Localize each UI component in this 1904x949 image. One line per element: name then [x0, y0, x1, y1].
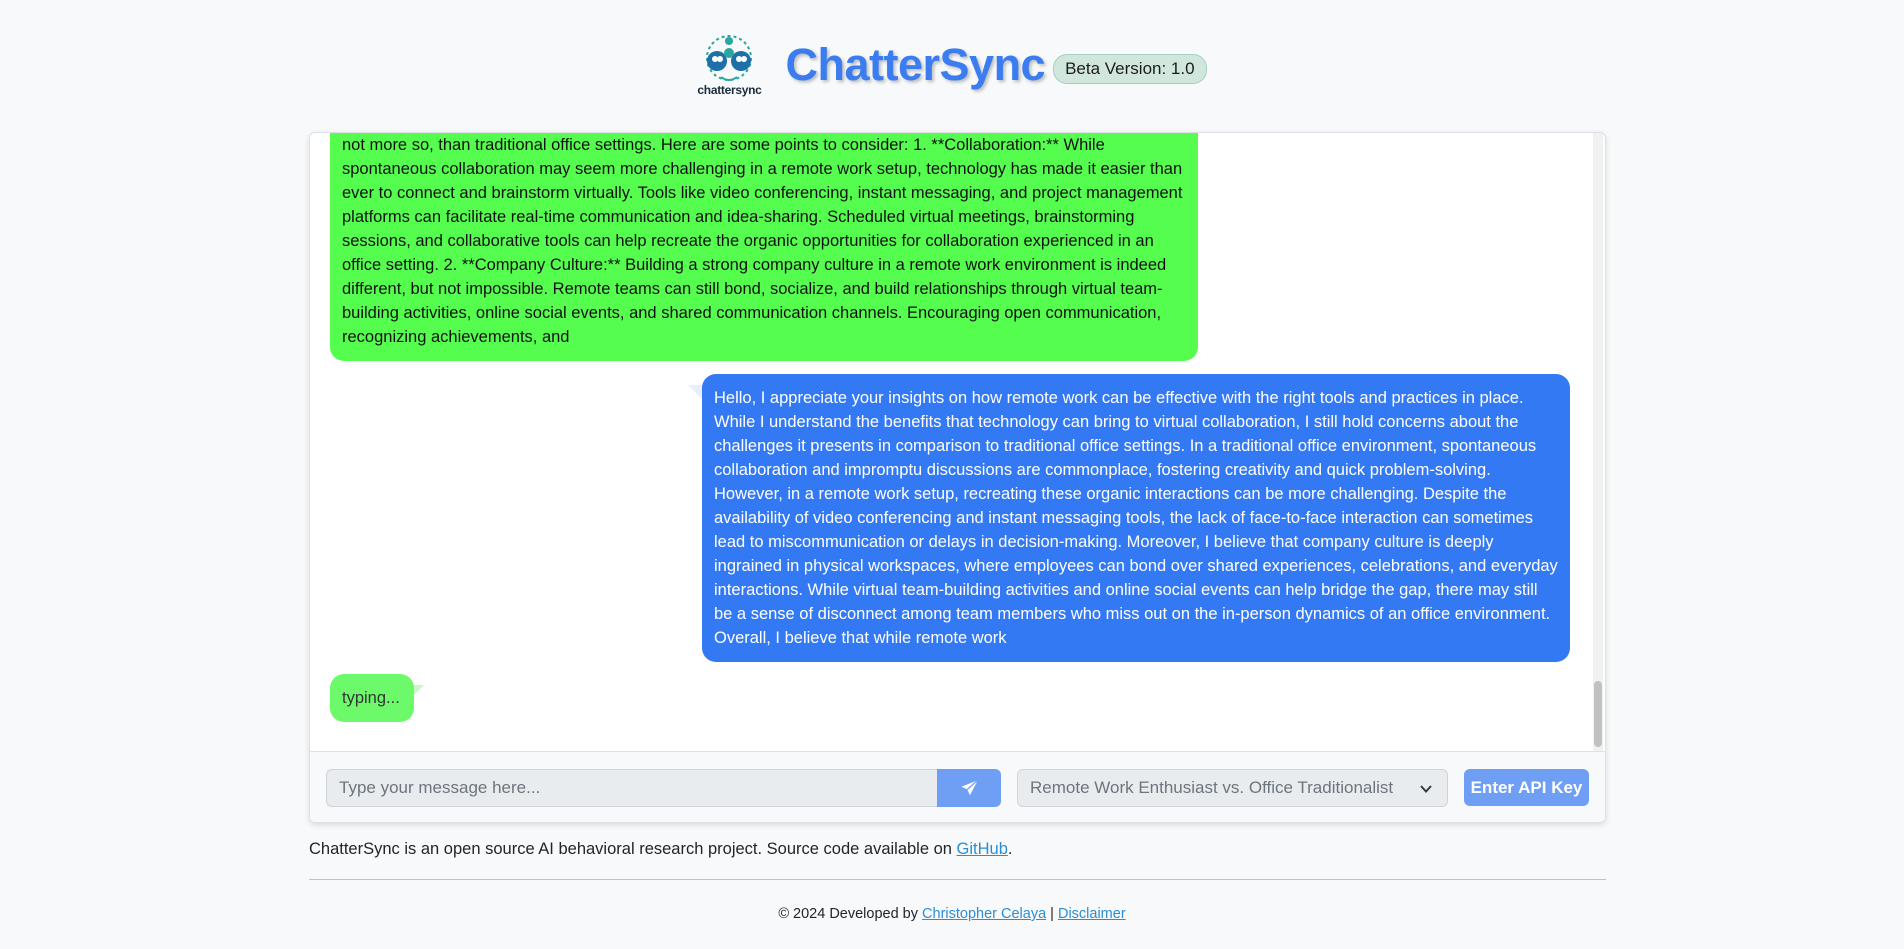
enter-api-key-button[interactable]: Enter API Key: [1464, 769, 1589, 806]
send-button[interactable]: [937, 769, 1001, 807]
app-header: chattersync ChatterSync Beta Version: 1.…: [0, 30, 1904, 100]
app-title: ChatterSync: [785, 39, 1046, 90]
chevron-down-icon: [1420, 785, 1432, 793]
chat-window[interactable]: not more so, than traditional office set…: [310, 133, 1605, 751]
chat-card: not more so, than traditional office set…: [309, 132, 1606, 823]
persona-select[interactable]: Remote Work Enthusiast vs. Office Tradit…: [1017, 769, 1448, 807]
footer-divider: [309, 879, 1606, 880]
project-note: ChatterSync is an open source AI behavio…: [309, 840, 1013, 859]
user-message: Hello, I appreciate your insights on how…: [702, 374, 1570, 662]
disclaimer-link[interactable]: Disclaimer: [1058, 906, 1126, 922]
logo: chattersync: [697, 33, 762, 97]
logo-icon: [706, 35, 753, 81]
input-bar: Remote Work Enthusiast vs. Office Tradit…: [310, 751, 1605, 822]
copyright-text: © 2024 Developed by: [778, 906, 923, 922]
separator: |: [1046, 906, 1058, 922]
message-input[interactable]: [326, 769, 937, 807]
chat-scrollbar[interactable]: [1593, 133, 1603, 751]
message-tail: [688, 385, 702, 399]
github-link[interactable]: GitHub: [957, 840, 1008, 858]
project-note-suffix: .: [1007, 840, 1013, 858]
project-note-text: ChatterSync is an open source AI behavio…: [309, 840, 957, 858]
logo-text: chattersync: [697, 83, 762, 97]
typing-indicator: typing...: [330, 674, 414, 722]
copyright: © 2024 Developed by Christopher Celaya |…: [0, 906, 1904, 922]
bot-message: not more so, than traditional office set…: [330, 133, 1198, 361]
scrollbar-thumb[interactable]: [1594, 681, 1602, 747]
version-badge: Beta Version: 1.0: [1053, 54, 1207, 84]
persona-selected-value: Remote Work Enthusiast vs. Office Tradit…: [1030, 778, 1394, 797]
author-link[interactable]: Christopher Celaya: [922, 906, 1046, 922]
paper-plane-icon: [960, 779, 978, 795]
